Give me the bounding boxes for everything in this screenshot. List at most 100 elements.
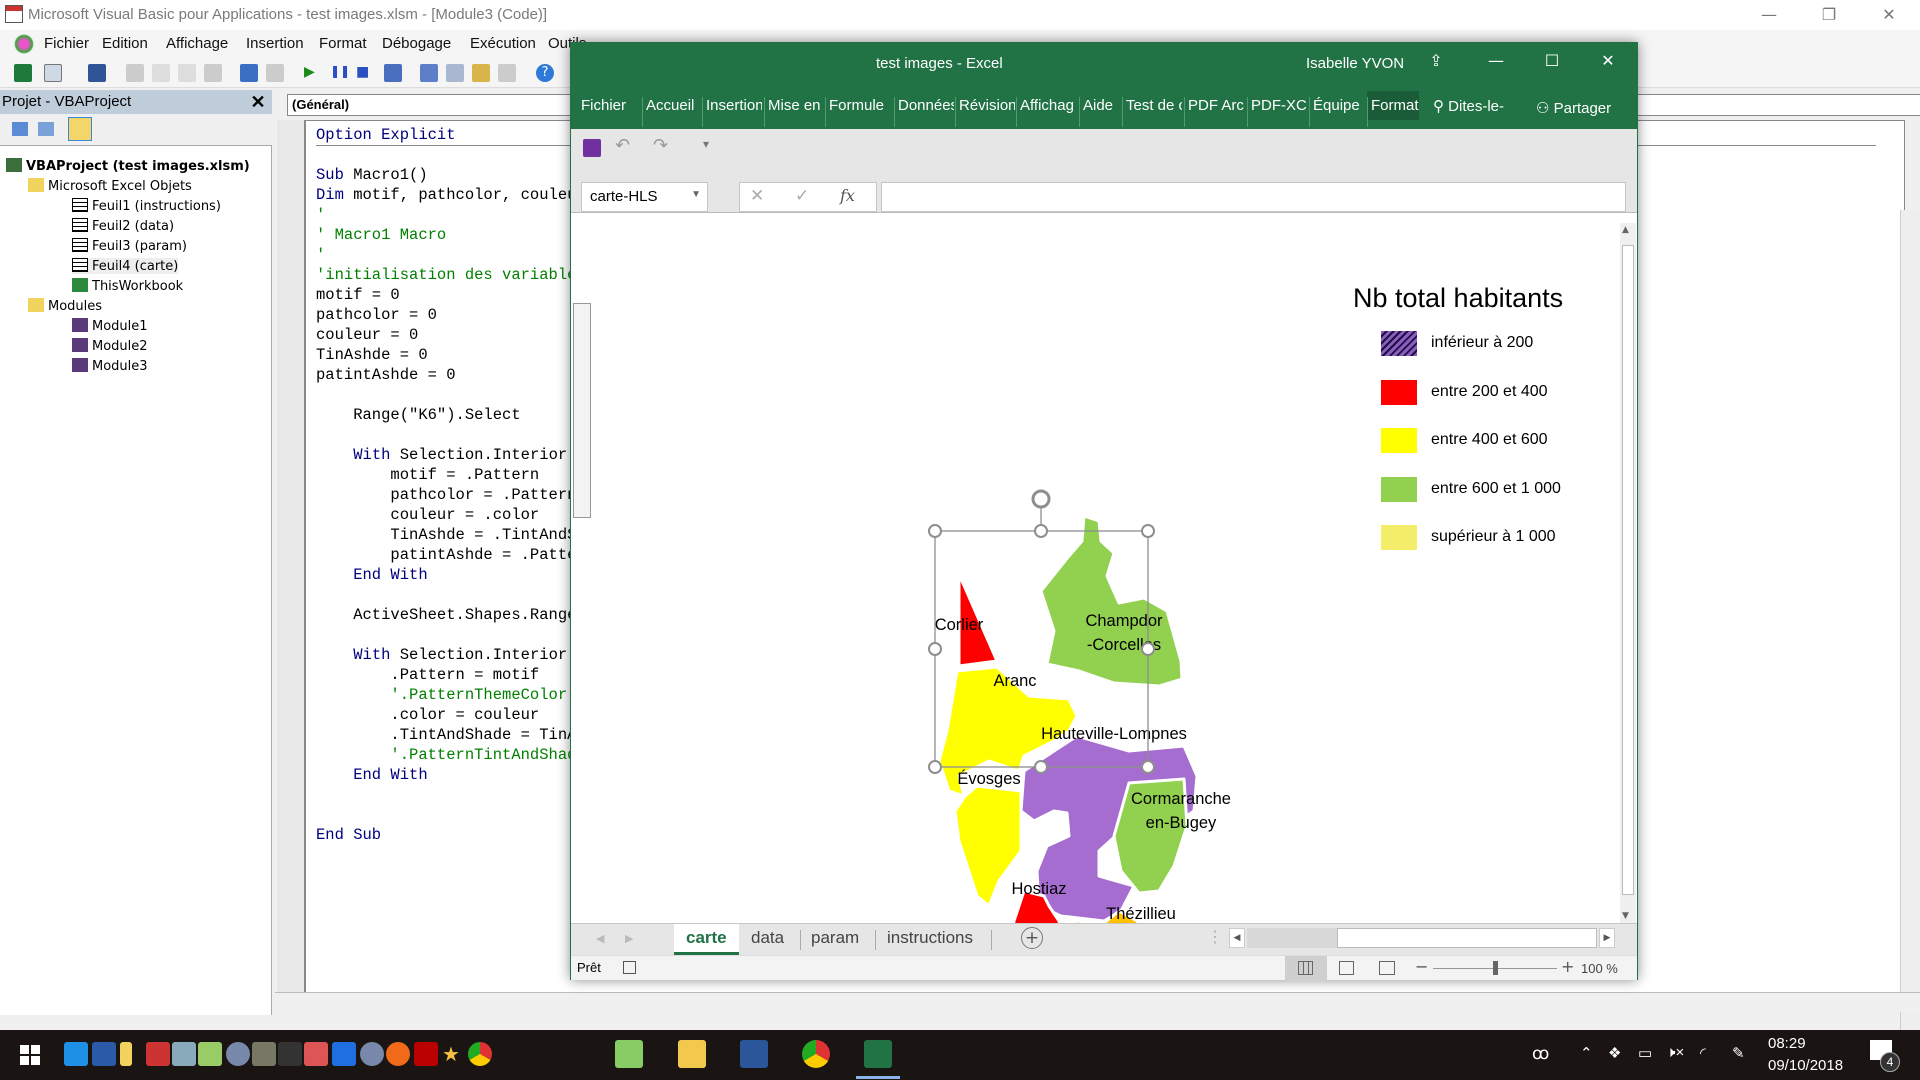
safari-icon[interactable]: [360, 1042, 384, 1066]
name-box[interactable]: carte-HLS ▼: [581, 182, 708, 212]
design-mode-icon[interactable]: [384, 64, 402, 82]
tab-split-handle[interactable]: ⋮: [1207, 927, 1223, 946]
desktop-icon[interactable]: [64, 1042, 88, 1066]
wifi-icon[interactable]: ◜: [1700, 1044, 1706, 1062]
commune-shape[interactable]: [1039, 514, 1184, 688]
code-line[interactable]: TinAshde = 0: [316, 345, 428, 365]
page-layout-icon[interactable]: [1339, 961, 1354, 975]
restore-button[interactable]: ❐: [1806, 2, 1852, 28]
firefox-icon[interactable]: [386, 1042, 410, 1066]
find-icon[interactable]: [204, 64, 222, 82]
close-button[interactable]: ✕: [1866, 2, 1912, 28]
tab-param[interactable]: param: [811, 928, 859, 948]
ribbon-tab-formule[interactable]: Formule: [829, 97, 884, 114]
ribbon-tab-test-de-c[interactable]: Test de c: [1126, 97, 1182, 114]
code-line[interactable]: '.PatternTintAndShade: [316, 745, 585, 765]
toolbox-icon[interactable]: [498, 64, 516, 82]
cut-icon[interactable]: [126, 64, 144, 82]
tree-item-thisworkbook[interactable]: ThisWorkbook: [72, 278, 183, 294]
tab-instructions[interactable]: instructions: [887, 928, 973, 948]
clock-time[interactable]: 08:29: [1768, 1035, 1806, 1052]
star-icon[interactable]: ★: [442, 1042, 466, 1066]
volume-muted-icon[interactable]: 🕨×: [1666, 1044, 1684, 1061]
clock-date[interactable]: 09/10/2018: [1768, 1057, 1843, 1074]
ribbon-tab-révision[interactable]: Révision: [959, 97, 1015, 114]
zoom-in-icon[interactable]: +: [1561, 957, 1574, 976]
ribbon-tab-format[interactable]: Format: [1367, 91, 1419, 120]
tree-project-root[interactable]: VBAProject (test images.xlsm): [6, 158, 250, 174]
undo-icon[interactable]: ↶: [615, 135, 630, 156]
code-line[interactable]: ActiveSheet.Shapes.Range: [316, 605, 576, 625]
tab-carte[interactable]: carte: [674, 924, 739, 955]
view-object-icon[interactable]: [38, 122, 54, 136]
pause-icon[interactable]: ❚❚: [330, 64, 350, 82]
minimize-button[interactable]: —: [1481, 51, 1511, 75]
resize-handle[interactable]: [928, 760, 942, 774]
resize-handle[interactable]: [1034, 760, 1048, 774]
menu-affichage[interactable]: Affichage: [166, 35, 228, 52]
ribbon-tab-aide[interactable]: Aide: [1083, 97, 1113, 114]
maximize-button[interactable]: ☐: [1537, 51, 1567, 75]
ribbon-tab-mise-en[interactable]: Mise en: [768, 97, 821, 114]
macro-record-icon[interactable]: [623, 961, 636, 974]
run-icon[interactable]: ▶: [304, 64, 322, 82]
menu-insertion[interactable]: Insertion: [246, 35, 304, 52]
formula-input[interactable]: [881, 182, 1626, 212]
ribbon-tab-pdf-xch[interactable]: PDF-XCh: [1251, 97, 1307, 114]
share-button[interactable]: ⚇ Partager: [1536, 99, 1611, 117]
inkscape-icon[interactable]: [278, 1042, 302, 1066]
menu-fichier[interactable]: Fichier: [44, 35, 89, 52]
close-button[interactable]: ✕: [1593, 51, 1623, 75]
tree-item-module1[interactable]: Module1: [72, 318, 148, 334]
close-icon[interactable]: ✕: [248, 92, 268, 112]
start-button[interactable]: [20, 1045, 40, 1065]
taskbar-app-excel[interactable]: [864, 1040, 892, 1068]
taskbar-app-word[interactable]: [740, 1040, 768, 1068]
enter-icon[interactable]: ✓: [795, 186, 809, 206]
hscroll-thumb[interactable]: [1337, 928, 1597, 948]
prev-sheet-icon[interactable]: ◀: [596, 932, 604, 945]
taskbar-app-notepad[interactable]: [615, 1040, 643, 1068]
cancel-icon[interactable]: ✕: [750, 186, 764, 206]
resize-handle[interactable]: [1141, 760, 1155, 774]
tell-me-search[interactable]: ⚲ Dites-le-: [1433, 97, 1504, 115]
dropbox-tray-icon[interactable]: ❖: [1608, 1044, 1621, 1062]
next-sheet-icon[interactable]: ▶: [625, 932, 633, 945]
code-line[interactable]: ': [316, 245, 325, 265]
code-horizontal-scrollbar[interactable]: [275, 992, 1920, 1012]
code-line[interactable]: ': [316, 205, 325, 225]
taskbar-app-chrome[interactable]: [802, 1040, 830, 1068]
scroll-up-icon[interactable]: ▲: [1622, 225, 1629, 235]
code-line[interactable]: motif = .Pattern: [316, 465, 539, 485]
save-icon[interactable]: [88, 64, 106, 82]
tab-data[interactable]: data: [751, 928, 784, 948]
ribbon-tab-insertion[interactable]: Insertion: [706, 97, 762, 114]
menu-debogage[interactable]: Débogage: [382, 35, 451, 52]
code-line[interactable]: .Pattern = motif: [316, 665, 539, 685]
scroll-left-icon[interactable]: ◀: [1229, 928, 1245, 948]
app-icon[interactable]: [146, 1042, 170, 1066]
paste-icon[interactable]: [178, 64, 196, 82]
object-browser-icon[interactable]: [472, 64, 490, 82]
resize-handle[interactable]: [928, 524, 942, 538]
redo-icon[interactable]: ↷: [653, 135, 668, 156]
code-vertical-scrollbar[interactable]: [1900, 210, 1920, 1080]
rotate-handle[interactable]: [1031, 489, 1051, 509]
resize-handle[interactable]: [1141, 642, 1155, 656]
chrome-icon[interactable]: [468, 1042, 492, 1066]
copy-icon[interactable]: [152, 64, 170, 82]
ribbon-tab-pdf-arcl[interactable]: PDF Arcl: [1188, 97, 1244, 114]
ribbon-tab-fichier[interactable]: Fichier: [581, 97, 626, 114]
code-line[interactable]: '.PatternThemeColor: [316, 685, 567, 705]
tree-item-feuil1[interactable]: Feuil1 (instructions): [72, 198, 221, 214]
scroll-down-icon[interactable]: ▼: [1622, 911, 1629, 921]
customize-qat-icon[interactable]: ▾: [703, 137, 709, 151]
scroll-thumb[interactable]: [1622, 245, 1634, 895]
save-icon[interactable]: [583, 139, 601, 157]
tree-folder-objects[interactable]: Microsoft Excel Objets: [28, 178, 192, 194]
menu-execution[interactable]: Exécution: [470, 35, 536, 52]
code-line[interactable]: Dim motif, pathcolor, couleur: [316, 185, 586, 205]
ribbon-tab-affichag[interactable]: Affichag: [1020, 97, 1074, 114]
resize-handle[interactable]: [1141, 524, 1155, 538]
tree-item-module3[interactable]: Module3: [72, 358, 148, 374]
